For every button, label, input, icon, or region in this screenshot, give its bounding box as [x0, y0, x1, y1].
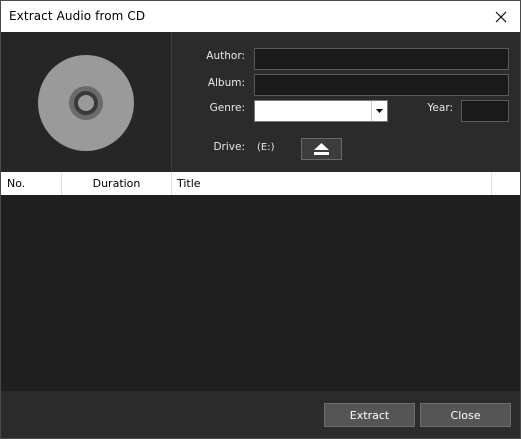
author-field[interactable] [254, 48, 509, 70]
dialog-footer: Extract Close [1, 391, 520, 438]
genre-dropdown[interactable] [254, 100, 388, 122]
cd-disc-icon [38, 55, 134, 151]
drive-label: Drive: [213, 141, 245, 153]
year-label: Year: [427, 102, 453, 114]
track-list[interactable] [1, 195, 520, 391]
author-label: Author: [206, 50, 245, 62]
album-label: Album: [207, 77, 245, 89]
close-icon [495, 11, 507, 22]
column-header-no[interactable]: No. [1, 172, 62, 195]
genre-label: Genre: [209, 102, 245, 114]
column-header-duration[interactable]: Duration [62, 172, 172, 195]
drive-value: (E:) [257, 142, 275, 153]
eject-icon [314, 143, 329, 155]
cd-info-panel: Author: Album: Genre: Year: Drive: (E:) [1, 32, 520, 172]
album-field[interactable] [254, 74, 509, 96]
extract-button[interactable]: Extract [324, 403, 415, 427]
window-title: Extract Audio from CD [9, 9, 146, 23]
track-table-header: No. Duration Title [1, 172, 520, 195]
year-field[interactable] [461, 100, 509, 122]
column-header-title[interactable]: Title [172, 172, 492, 195]
cover-art-panel [1, 32, 172, 172]
column-header-filler [492, 172, 520, 195]
close-button[interactable]: Close [420, 403, 511, 427]
eject-button[interactable] [301, 138, 342, 160]
extract-audio-dialog: Extract Audio from CD Author: Album: Gen… [0, 0, 521, 439]
title-bar: Extract Audio from CD [1, 1, 520, 32]
close-window-button[interactable] [486, 1, 516, 32]
chevron-down-icon[interactable] [371, 101, 387, 121]
